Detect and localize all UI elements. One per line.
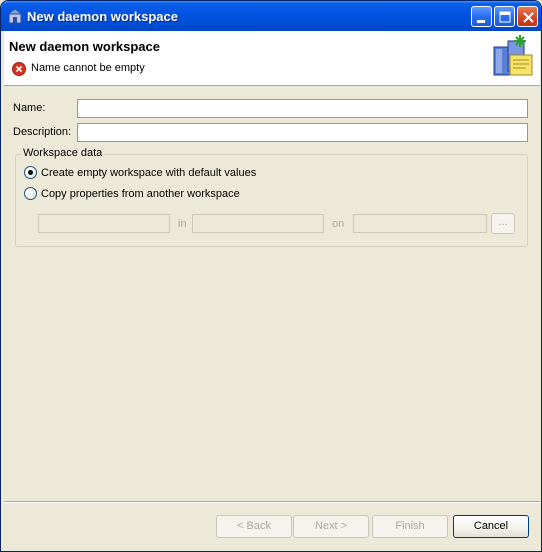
app-icon xyxy=(6,8,24,24)
title-bar[interactable]: New daemon workspace xyxy=(1,1,541,31)
window-title: New daemon workspace xyxy=(27,9,178,24)
workspace-wizard-icon xyxy=(490,33,536,79)
error-icon xyxy=(12,62,26,76)
source-machine-field[interactable] xyxy=(353,214,487,233)
copy-workspace-label[interactable]: Copy properties from another workspace xyxy=(41,188,240,200)
cancel-button[interactable]: Cancel xyxy=(453,515,529,538)
workspace-data-group-title: Workspace data xyxy=(21,147,105,159)
name-label: Name: xyxy=(13,102,46,114)
close-button[interactable] xyxy=(517,6,538,27)
on-label: on xyxy=(332,218,345,230)
empty-workspace-label[interactable]: Create empty workspace with default valu… xyxy=(41,167,256,179)
wizard-title: New daemon workspace xyxy=(9,39,160,54)
in-label: in xyxy=(178,218,187,230)
validation-message: Name cannot be empty xyxy=(31,62,145,74)
maximize-button[interactable] xyxy=(494,6,515,27)
wizard-header: New daemon workspace Name cannot be empt… xyxy=(4,31,540,86)
back-button[interactable]: < Back xyxy=(216,515,292,538)
button-bar-separator xyxy=(4,501,540,503)
next-button[interactable]: Next > xyxy=(293,515,369,538)
finish-button[interactable]: Finish xyxy=(372,515,448,538)
source-workspace-field[interactable] xyxy=(38,214,170,233)
source-daemon-field[interactable] xyxy=(192,214,324,233)
browse-button[interactable]: ... xyxy=(491,213,515,234)
description-field[interactable] xyxy=(77,123,528,142)
empty-workspace-radio[interactable] xyxy=(24,166,37,179)
copy-workspace-radio[interactable] xyxy=(24,187,37,200)
name-field[interactable] xyxy=(77,99,528,118)
radio-selected-indicator xyxy=(28,170,33,175)
dialog-window: New daemon workspace New daemon workspac… xyxy=(0,0,542,552)
minimize-button[interactable] xyxy=(471,6,492,27)
description-label: Description: xyxy=(13,126,72,138)
